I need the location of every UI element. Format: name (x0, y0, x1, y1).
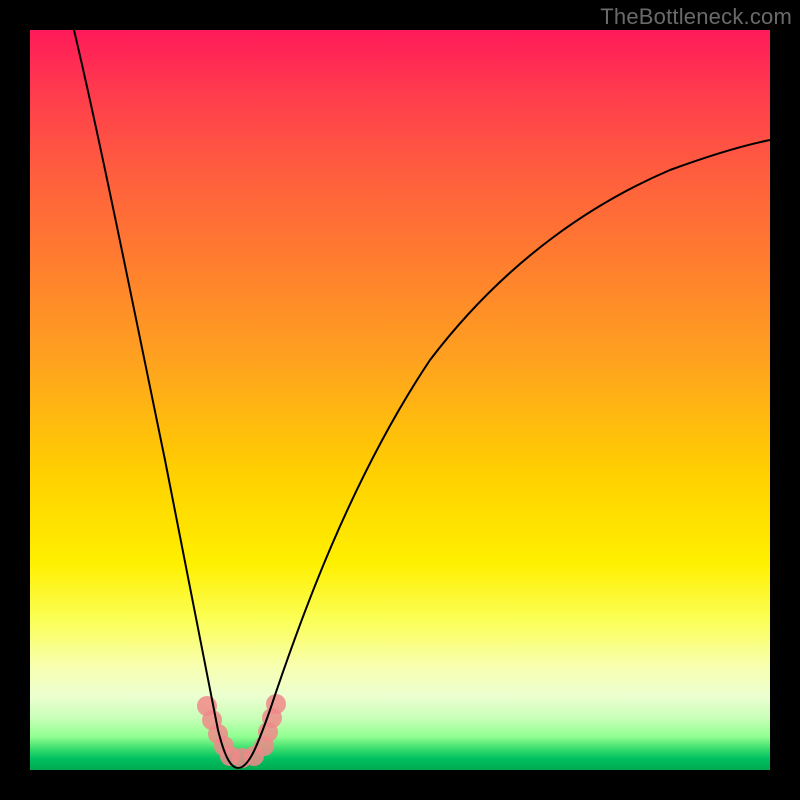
outer-frame: TheBottleneck.com (0, 0, 800, 800)
curve-right-branch (238, 140, 770, 768)
curve-canvas (30, 30, 770, 770)
curve-left-branch (74, 30, 238, 768)
plot-area (30, 30, 770, 770)
watermark-text: TheBottleneck.com (600, 4, 792, 30)
